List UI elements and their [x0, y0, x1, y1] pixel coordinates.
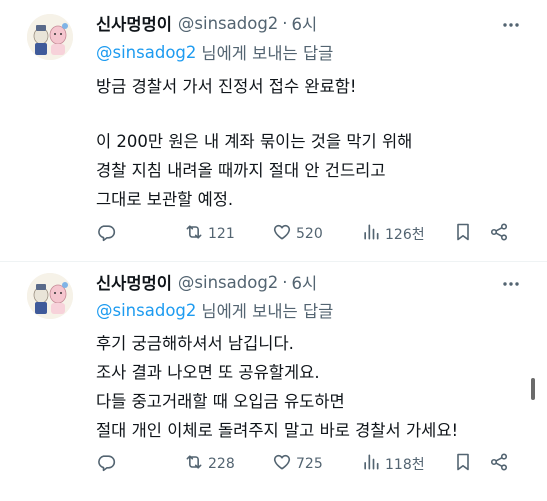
tweet-text-line: 방금 경찰서 가서 진정서 접수 완료함!: [96, 77, 357, 96]
retweet-button[interactable]: 121: [184, 222, 235, 246]
reply-icon: [96, 222, 116, 246]
like-count: 520: [296, 226, 323, 242]
like-button[interactable]: 725: [272, 452, 323, 476]
tweet-header: 신사멍멍이 @sinsadog2 · 6시: [96, 270, 317, 294]
reply-icon: [96, 452, 116, 476]
share-icon: [489, 452, 509, 476]
more-icon[interactable]: [500, 273, 522, 295]
bookmark-button[interactable]: [453, 452, 473, 476]
tweet-text-line: 그대로 보관할 예정.: [96, 190, 234, 209]
reply-to-label: 님에게 보내는 답글: [201, 44, 334, 63]
tweet-text-line: 이 200만 원은 내 계좌 묶이는 것을 막기 위해: [96, 132, 413, 151]
reply-button[interactable]: [96, 222, 116, 246]
display-name[interactable]: 신사멍멍이: [96, 270, 172, 294]
retweet-count: 228: [208, 456, 235, 472]
scrollbar-thumb[interactable]: [531, 378, 535, 400]
tweet-text-line: 조사 결과 나오면 또 공유할게요.: [96, 363, 320, 382]
tweet-text: 방금 경찰서 가서 진정서 접수 완료함! 이 200만 원은 내 계좌 묶이는…: [96, 72, 412, 214]
retweet-count: 121: [208, 226, 235, 242]
like-icon: [272, 222, 292, 246]
views-icon: [361, 222, 381, 246]
separator-dot: ·: [282, 13, 288, 33]
tweet-text-line: 후기 궁금해하셔서 남깁니다.: [96, 334, 294, 353]
bookmark-icon: [453, 452, 473, 476]
tweet-text-line: 절대 개인 이체로 돌려주지 말고 바로 경찰서 가세요!: [96, 421, 459, 440]
replying-to: @sinsadog2 님에게 보내는 답글: [96, 298, 333, 322]
timestamp[interactable]: 6시: [292, 11, 318, 35]
tweet-header: 신사멍멍이 @sinsadog2 · 6시: [96, 11, 317, 35]
user-handle[interactable]: @sinsadog2: [178, 14, 278, 33]
view-count: 126천: [385, 227, 425, 243]
user-handle[interactable]: @sinsadog2: [178, 273, 278, 292]
bookmark-button[interactable]: [453, 222, 473, 246]
reply-to-handle[interactable]: @sinsadog2: [96, 43, 196, 62]
tweet-text-line: 다들 중고거래할 때 오입금 유도하면: [96, 392, 345, 411]
tweet[interactable]: 신사멍멍이 @sinsadog2 · 6시 @sinsadog2 님에게 보내는…: [0, 0, 547, 262]
avatar[interactable]: [27, 14, 73, 60]
action-bar: 228 725 118천: [96, 452, 522, 476]
like-count: 725: [296, 456, 323, 472]
like-button[interactable]: 520: [272, 222, 323, 246]
bookmark-icon: [453, 222, 473, 246]
separator-dot: ·: [282, 272, 288, 292]
retweet-icon: [184, 222, 204, 246]
share-icon: [489, 222, 509, 246]
view-count: 118천: [385, 457, 425, 473]
more-icon[interactable]: [500, 14, 522, 36]
share-button[interactable]: [489, 222, 509, 246]
timestamp[interactable]: 6시: [292, 270, 318, 294]
views-button[interactable]: 118천: [361, 452, 425, 476]
reply-to-handle[interactable]: @sinsadog2: [96, 301, 196, 320]
views-icon: [361, 452, 381, 476]
action-bar: 121 520 126천: [96, 222, 522, 246]
retweet-button[interactable]: 228: [184, 452, 235, 476]
share-button[interactable]: [489, 452, 509, 476]
replying-to: @sinsadog2 님에게 보내는 답글: [96, 40, 333, 64]
like-icon: [272, 452, 292, 476]
tweet[interactable]: 신사멍멍이 @sinsadog2 · 6시 @sinsadog2 님에게 보내는…: [0, 262, 547, 501]
tweet-text: 후기 궁금해하셔서 남깁니다. 조사 결과 나오면 또 공유할게요. 다들 중고…: [96, 329, 458, 445]
display-name[interactable]: 신사멍멍이: [96, 11, 172, 35]
reply-to-label: 님에게 보내는 답글: [201, 302, 334, 321]
retweet-icon: [184, 452, 204, 476]
avatar[interactable]: [27, 273, 73, 319]
reply-button[interactable]: [96, 452, 116, 476]
views-button[interactable]: 126천: [361, 222, 425, 246]
tweet-text-line: 경찰 지침 내려올 때까지 절대 안 건드리고: [96, 161, 386, 180]
